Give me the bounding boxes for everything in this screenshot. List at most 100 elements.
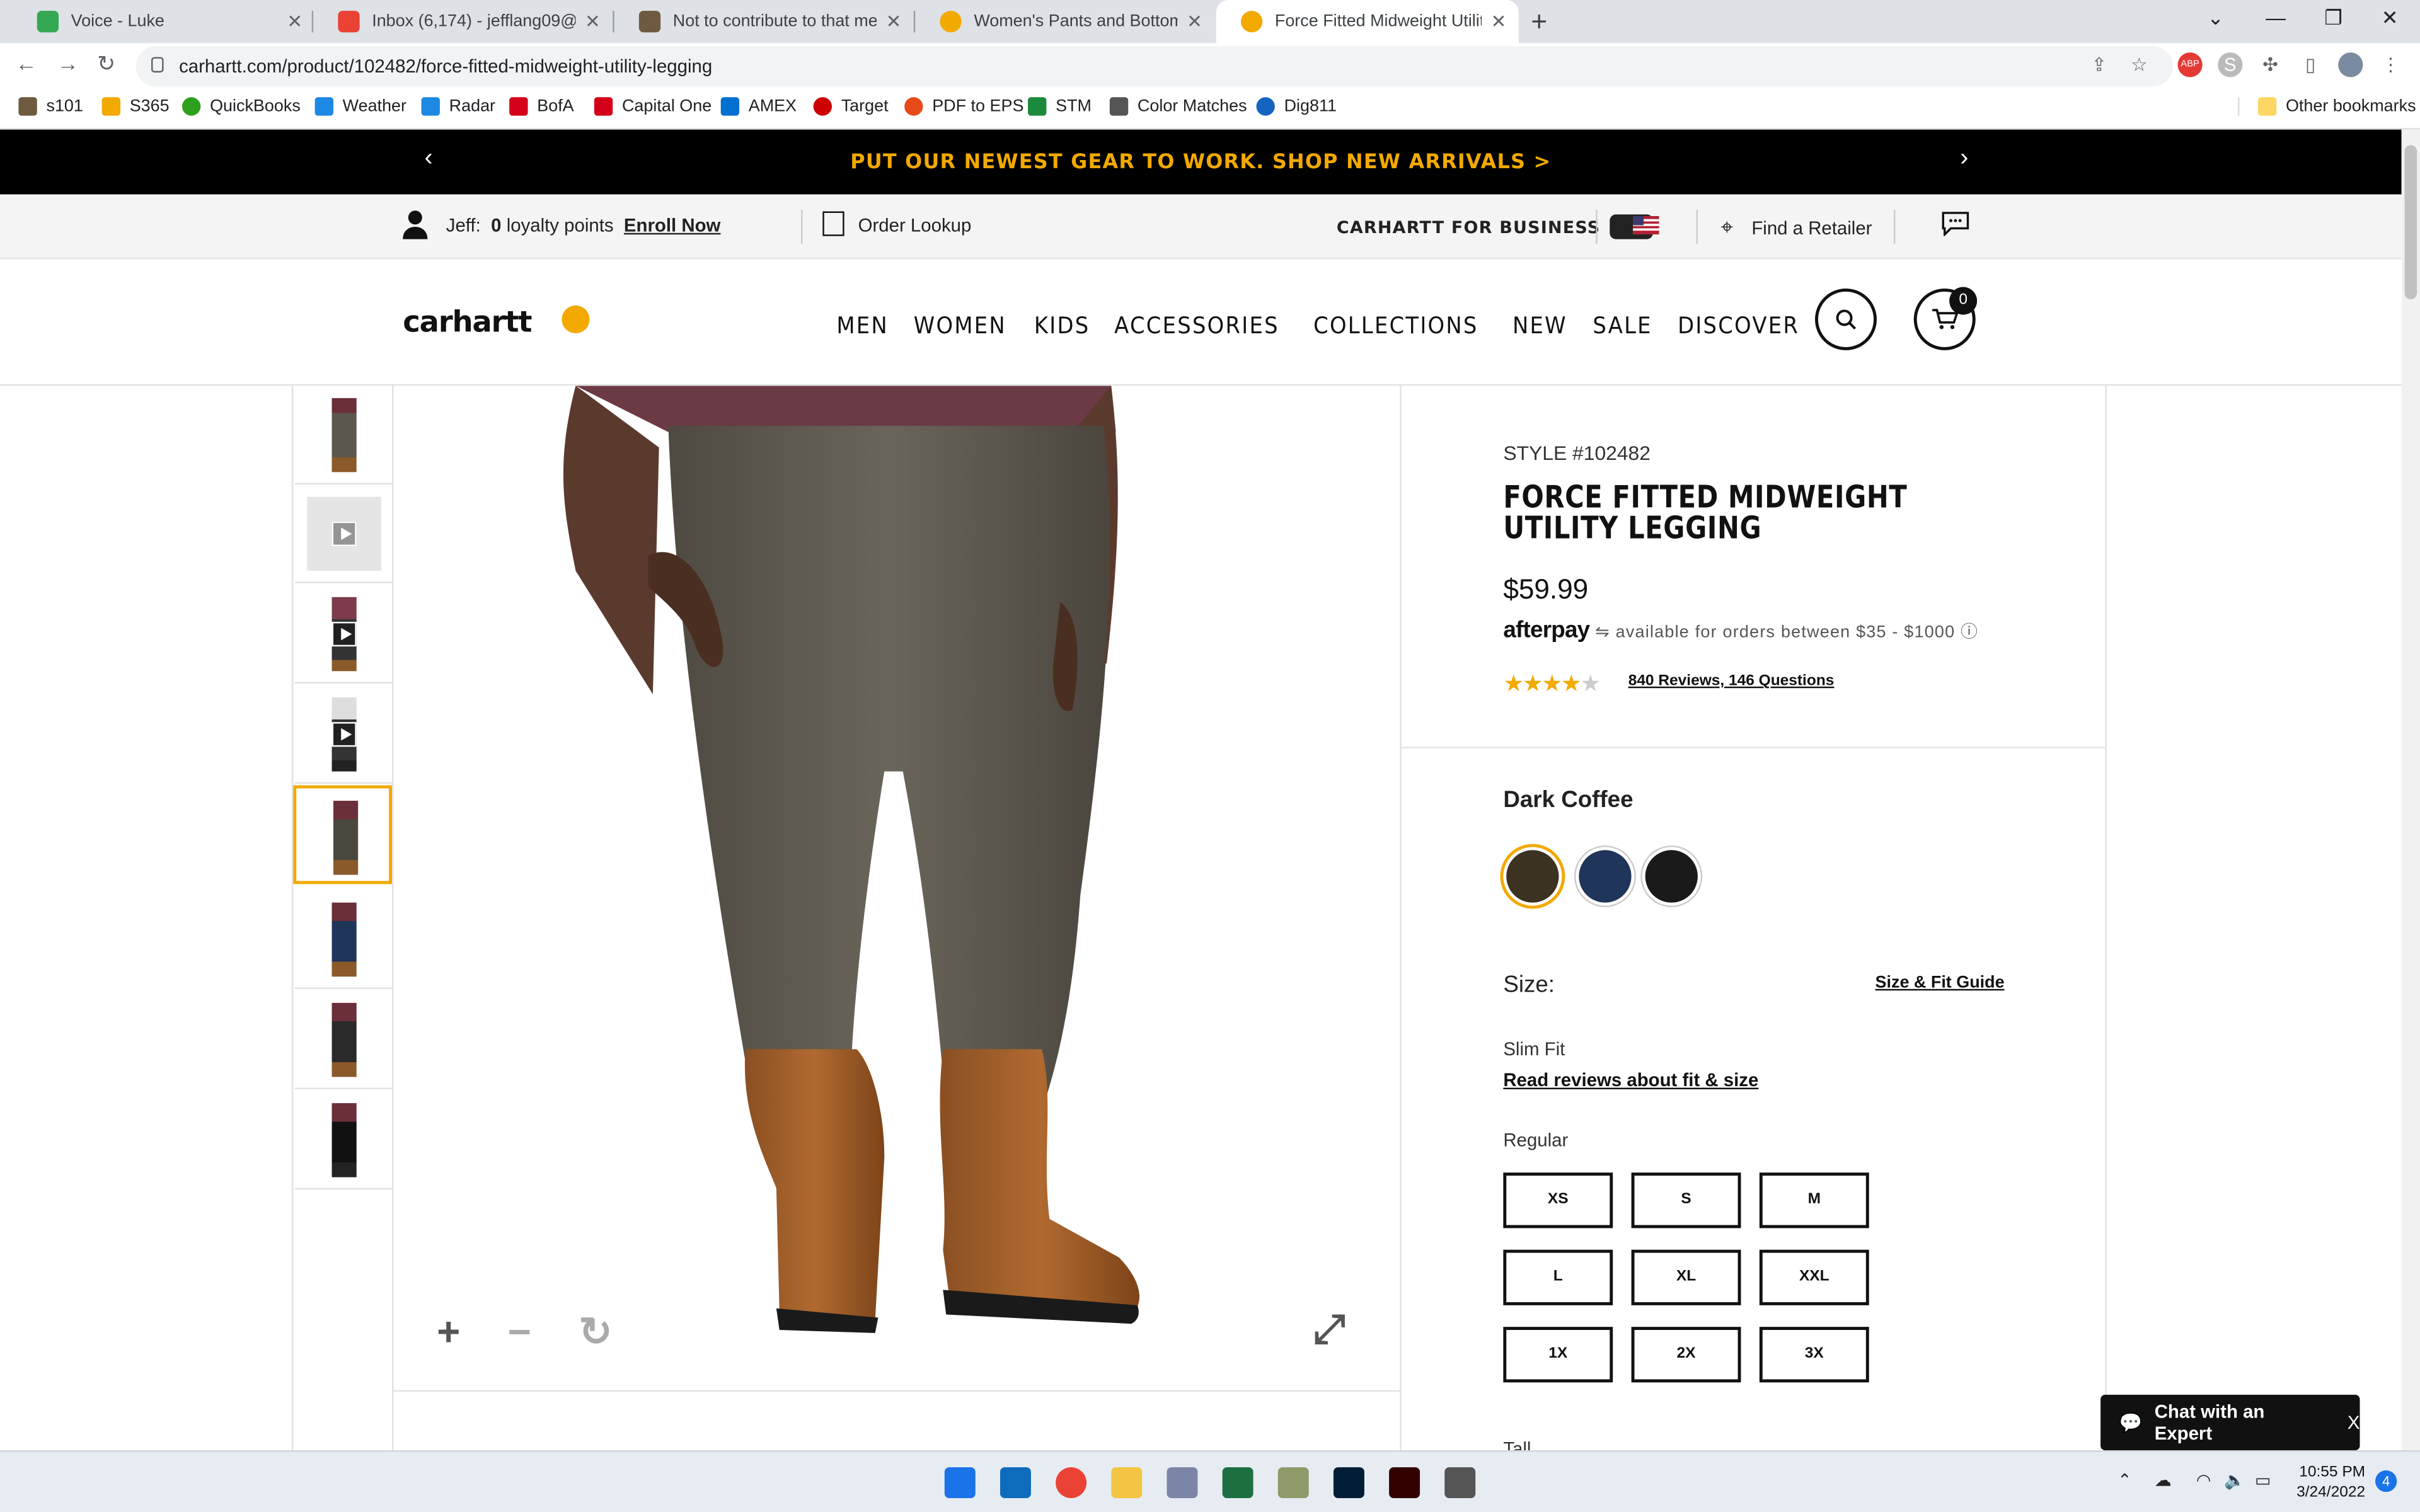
zoom-out-icon[interactable]: − [508, 1309, 531, 1356]
size-button-3x[interactable]: 3X [1759, 1327, 1869, 1383]
scrollbar-thumb[interactable] [2404, 145, 2417, 300]
chat-bubble-icon[interactable] [1942, 212, 1969, 236]
fullscreen-icon[interactable]: ⤢ [1313, 1305, 1345, 1354]
product-thumbnail-selected[interactable] [293, 785, 393, 885]
skype-icon[interactable]: S [2218, 52, 2243, 77]
bookmark-item[interactable]: QuickBooks [182, 97, 301, 116]
bookmark-item[interactable]: Weather [314, 97, 406, 116]
color-swatch-black[interactable] [1642, 847, 1701, 906]
onedrive-icon[interactable]: ☁ [2155, 1470, 2172, 1490]
other-bookmarks[interactable]: Other bookmarks [2238, 97, 2416, 116]
close-window-button[interactable]: ✕ [2382, 6, 2399, 31]
bookmark-item[interactable]: s101 [18, 97, 83, 116]
reset-zoom-icon[interactable]: ↻ [579, 1309, 612, 1356]
nav-sale[interactable]: SALE [1593, 312, 1652, 340]
zoom-in-icon[interactable]: + [437, 1309, 460, 1356]
adblock-icon[interactable]: ABP [2177, 52, 2203, 77]
close-icon[interactable]: ✕ [1491, 11, 1507, 32]
color-swatch-navy[interactable] [1576, 847, 1635, 906]
afterpay-text[interactable]: available for orders between $35 - $1000… [1616, 623, 1979, 641]
carhartt-for-business-link[interactable]: CARHARTT FOR BUSINESS [1337, 214, 1653, 239]
bookmark-item[interactable]: BofA [509, 97, 574, 116]
minimize-button[interactable]: — [2266, 6, 2286, 30]
product-video-thumbnail[interactable] [294, 484, 394, 583]
file-explorer-icon[interactable] [1111, 1467, 1143, 1498]
browser-tab[interactable]: Voice - Luke ✕ [13, 0, 315, 43]
us-flag-icon[interactable] [1633, 215, 1659, 235]
close-icon[interactable]: ✕ [1187, 11, 1202, 32]
nav-new[interactable]: NEW [1513, 312, 1568, 340]
bookmark-item[interactable]: Capital One [594, 97, 712, 116]
share-icon[interactable]: ⇪ [2087, 52, 2111, 77]
chat-with-expert-button[interactable]: 💬 Chat with an Expert X [2100, 1394, 2360, 1451]
battery-icon[interactable]: ▭ [2255, 1470, 2271, 1490]
read-fit-reviews-link[interactable]: Read reviews about fit & size [1503, 1069, 1758, 1091]
browser-tab-active[interactable]: Force Fitted Midweight Utility Leg ✕ [1216, 0, 1519, 43]
product-video-thumbnail[interactable] [294, 585, 394, 684]
photoshop-icon[interactable] [1333, 1467, 1364, 1498]
notepad-icon[interactable] [1167, 1467, 1198, 1498]
rating-stars[interactable]: ★★★★★ [1503, 670, 1601, 697]
back-icon[interactable]: ← [15, 51, 37, 76]
reviews-link[interactable]: 840 Reviews, 146 Questions [1628, 673, 1835, 690]
volume-icon[interactable]: 🔈 [2224, 1470, 2245, 1490]
product-main-image[interactable]: + − ↻ ⤢ [393, 386, 1400, 1392]
menu-icon[interactable]: ⋮ [2378, 52, 2403, 77]
address-bar[interactable]: carhartt.com/product/102482/force-fitted… [135, 46, 2174, 87]
close-icon[interactable]: ✕ [287, 11, 302, 32]
chrome-icon[interactable] [1056, 1467, 1087, 1498]
close-icon[interactable]: ✕ [585, 11, 601, 32]
windows-start-icon[interactable] [944, 1467, 976, 1498]
extensions-icon[interactable]: ✣ [2258, 52, 2283, 77]
search-button[interactable] [1815, 288, 1877, 350]
nav-discover[interactable]: DISCOVER [1678, 312, 1799, 340]
size-button-1x[interactable]: 1X [1503, 1327, 1613, 1383]
bookmark-item[interactable]: Target [813, 97, 889, 116]
browser-tab[interactable]: Inbox (6,174) - jefflang09@gmail.com ✕ [313, 0, 613, 43]
carhartt-logo[interactable]: carhartt [403, 306, 532, 340]
nav-men[interactable]: MEN [836, 312, 889, 340]
size-button-l[interactable]: L [1503, 1249, 1613, 1305]
reload-icon[interactable]: ↻ [97, 51, 115, 77]
product-thumbnail[interactable] [294, 1091, 394, 1190]
order-lookup-link[interactable]: Order Lookup [822, 211, 971, 236]
browser-tab[interactable]: Women's Pants and Bottoms for ✕ [915, 0, 1214, 43]
restore-button[interactable]: ❐ [2324, 6, 2342, 31]
forward-icon[interactable]: → [57, 51, 79, 76]
chevron-up-icon[interactable]: ⌃ [2118, 1470, 2132, 1490]
product-thumbnail[interactable] [294, 890, 394, 989]
photos-icon[interactable] [1277, 1467, 1309, 1498]
size-button-m[interactable]: M [1759, 1172, 1869, 1228]
bookmark-item[interactable]: S365 [101, 97, 170, 116]
enroll-now-link[interactable]: Enroll Now [624, 214, 720, 236]
bookmark-item[interactable]: PDF to EPS [904, 97, 1023, 116]
wifi-icon[interactable]: ◠ [2196, 1470, 2211, 1490]
nav-kids[interactable]: KIDS [1034, 312, 1090, 340]
bookmark-star-icon[interactable]: ☆ [2127, 52, 2152, 77]
chevron-right-icon[interactable]: › [1960, 145, 1968, 173]
nav-women[interactable]: WOMEN [913, 312, 1006, 340]
close-icon[interactable]: ✕ [886, 11, 902, 32]
illustrator-icon[interactable] [1389, 1467, 1420, 1498]
bookmark-item[interactable]: Radar [421, 97, 495, 116]
browser-tab[interactable]: Not to contribute to that mess b ✕ [614, 0, 914, 43]
new-tab-button[interactable]: + [1531, 6, 1547, 38]
product-video-thumbnail[interactable] [294, 685, 394, 784]
size-button-s[interactable]: S [1631, 1172, 1741, 1228]
size-button-xl[interactable]: XL [1631, 1249, 1741, 1305]
color-swatch-dark-coffee[interactable] [1503, 847, 1562, 906]
size-button-xs[interactable]: XS [1503, 1172, 1613, 1228]
product-thumbnail[interactable] [294, 990, 394, 1089]
calculator-icon[interactable] [1444, 1467, 1476, 1498]
url-text[interactable]: carhartt.com/product/102482/force-fitted… [179, 55, 712, 77]
nav-accessories[interactable]: ACCESSORIES [1115, 312, 1280, 340]
size-fit-guide-link[interactable]: Size & Fit Guide [1876, 973, 2005, 992]
size-button-2x[interactable]: 2X [1631, 1327, 1741, 1383]
bookmark-item[interactable]: AMEX [720, 97, 797, 116]
bookmark-item[interactable]: Dig811 [1256, 97, 1337, 116]
bookmark-item[interactable]: Color Matches [1109, 97, 1247, 116]
bookmark-item[interactable]: STM [1028, 97, 1092, 116]
tab-search-icon[interactable]: ⌄ [2207, 6, 2224, 31]
promo-link[interactable]: PUT OUR NEWEST GEAR TO WORK. SHOP NEW AR… [0, 151, 2402, 175]
nav-collections[interactable]: COLLECTIONS [1314, 312, 1479, 340]
